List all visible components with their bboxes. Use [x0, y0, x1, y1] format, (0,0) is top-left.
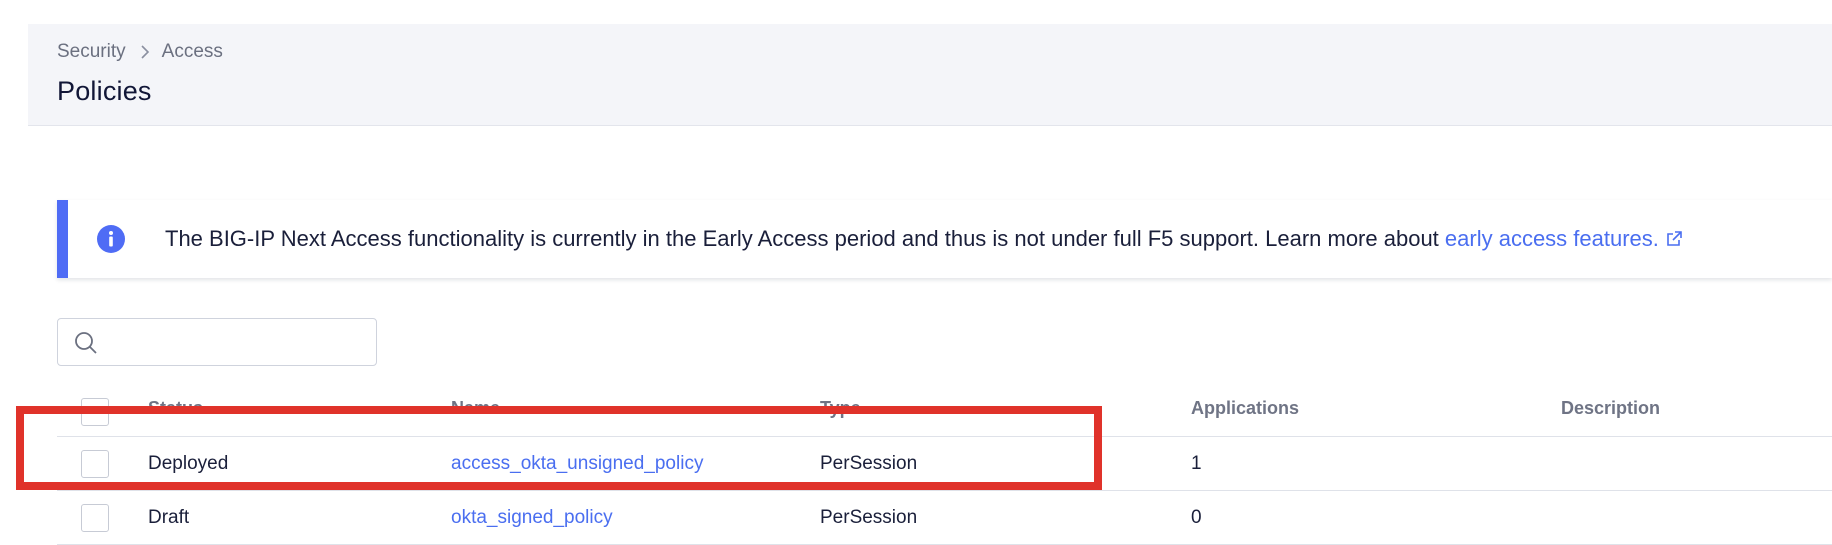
search-box[interactable]	[57, 318, 377, 366]
row-checkbox[interactable]	[81, 449, 109, 478]
select-all-checkbox[interactable]	[81, 398, 109, 426]
link-text[interactable]: early access features.	[1445, 226, 1659, 251]
policy-name-link[interactable]: access_okta_unsigned_policy	[451, 437, 703, 490]
breadcrumb-item-security[interactable]: Security	[57, 41, 126, 63]
row-type: PerSession	[820, 506, 918, 528]
row-type: PerSession	[820, 452, 918, 474]
page-title: Policies	[57, 76, 152, 106]
chevron-right-icon	[140, 45, 150, 59]
row-status: Deployed	[148, 452, 229, 474]
column-header-name[interactable]: Name	[451, 398, 500, 442]
breadcrumb: Security Access	[57, 41, 223, 63]
early-access-features-link[interactable]: early access features.	[1445, 226, 1683, 251]
table-row[interactable]: Deployed access_okta_unsigned_policy Per…	[57, 437, 1832, 491]
table-header-row: Status Name Type Applications Descriptio…	[57, 392, 1832, 437]
table-row[interactable]: Draft okta_signed_policy PerSession 0	[57, 491, 1832, 545]
info-icon	[97, 225, 125, 253]
policies-table: Status Name Type Applications Descriptio…	[57, 392, 1832, 545]
early-access-banner: The BIG-IP Next Access functionality is …	[57, 200, 1832, 278]
row-status: Draft	[148, 506, 190, 528]
search-input[interactable]	[110, 327, 364, 359]
page-header: Security Access Policies	[28, 24, 1832, 126]
column-header-status[interactable]: Status	[148, 398, 203, 442]
column-header-description[interactable]: Description	[1561, 398, 1660, 442]
row-checkbox[interactable]	[81, 503, 109, 532]
search-icon	[75, 332, 97, 354]
breadcrumb-item-access[interactable]: Access	[162, 41, 223, 63]
row-applications: 1	[1191, 452, 1202, 474]
row-select-cell	[81, 491, 109, 544]
external-link-icon[interactable]	[1665, 230, 1683, 248]
select-all-cell	[81, 398, 109, 442]
policy-name-link[interactable]: okta_signed_policy	[451, 491, 613, 544]
column-header-applications[interactable]: Applications	[1191, 398, 1299, 442]
banner-text: The BIG-IP Next Access functionality is …	[165, 226, 1445, 251]
column-header-type[interactable]: Type	[820, 398, 861, 442]
banner-message: The BIG-IP Next Access functionality is …	[165, 226, 1683, 252]
row-select-cell	[81, 437, 109, 490]
row-applications: 0	[1191, 506, 1202, 528]
